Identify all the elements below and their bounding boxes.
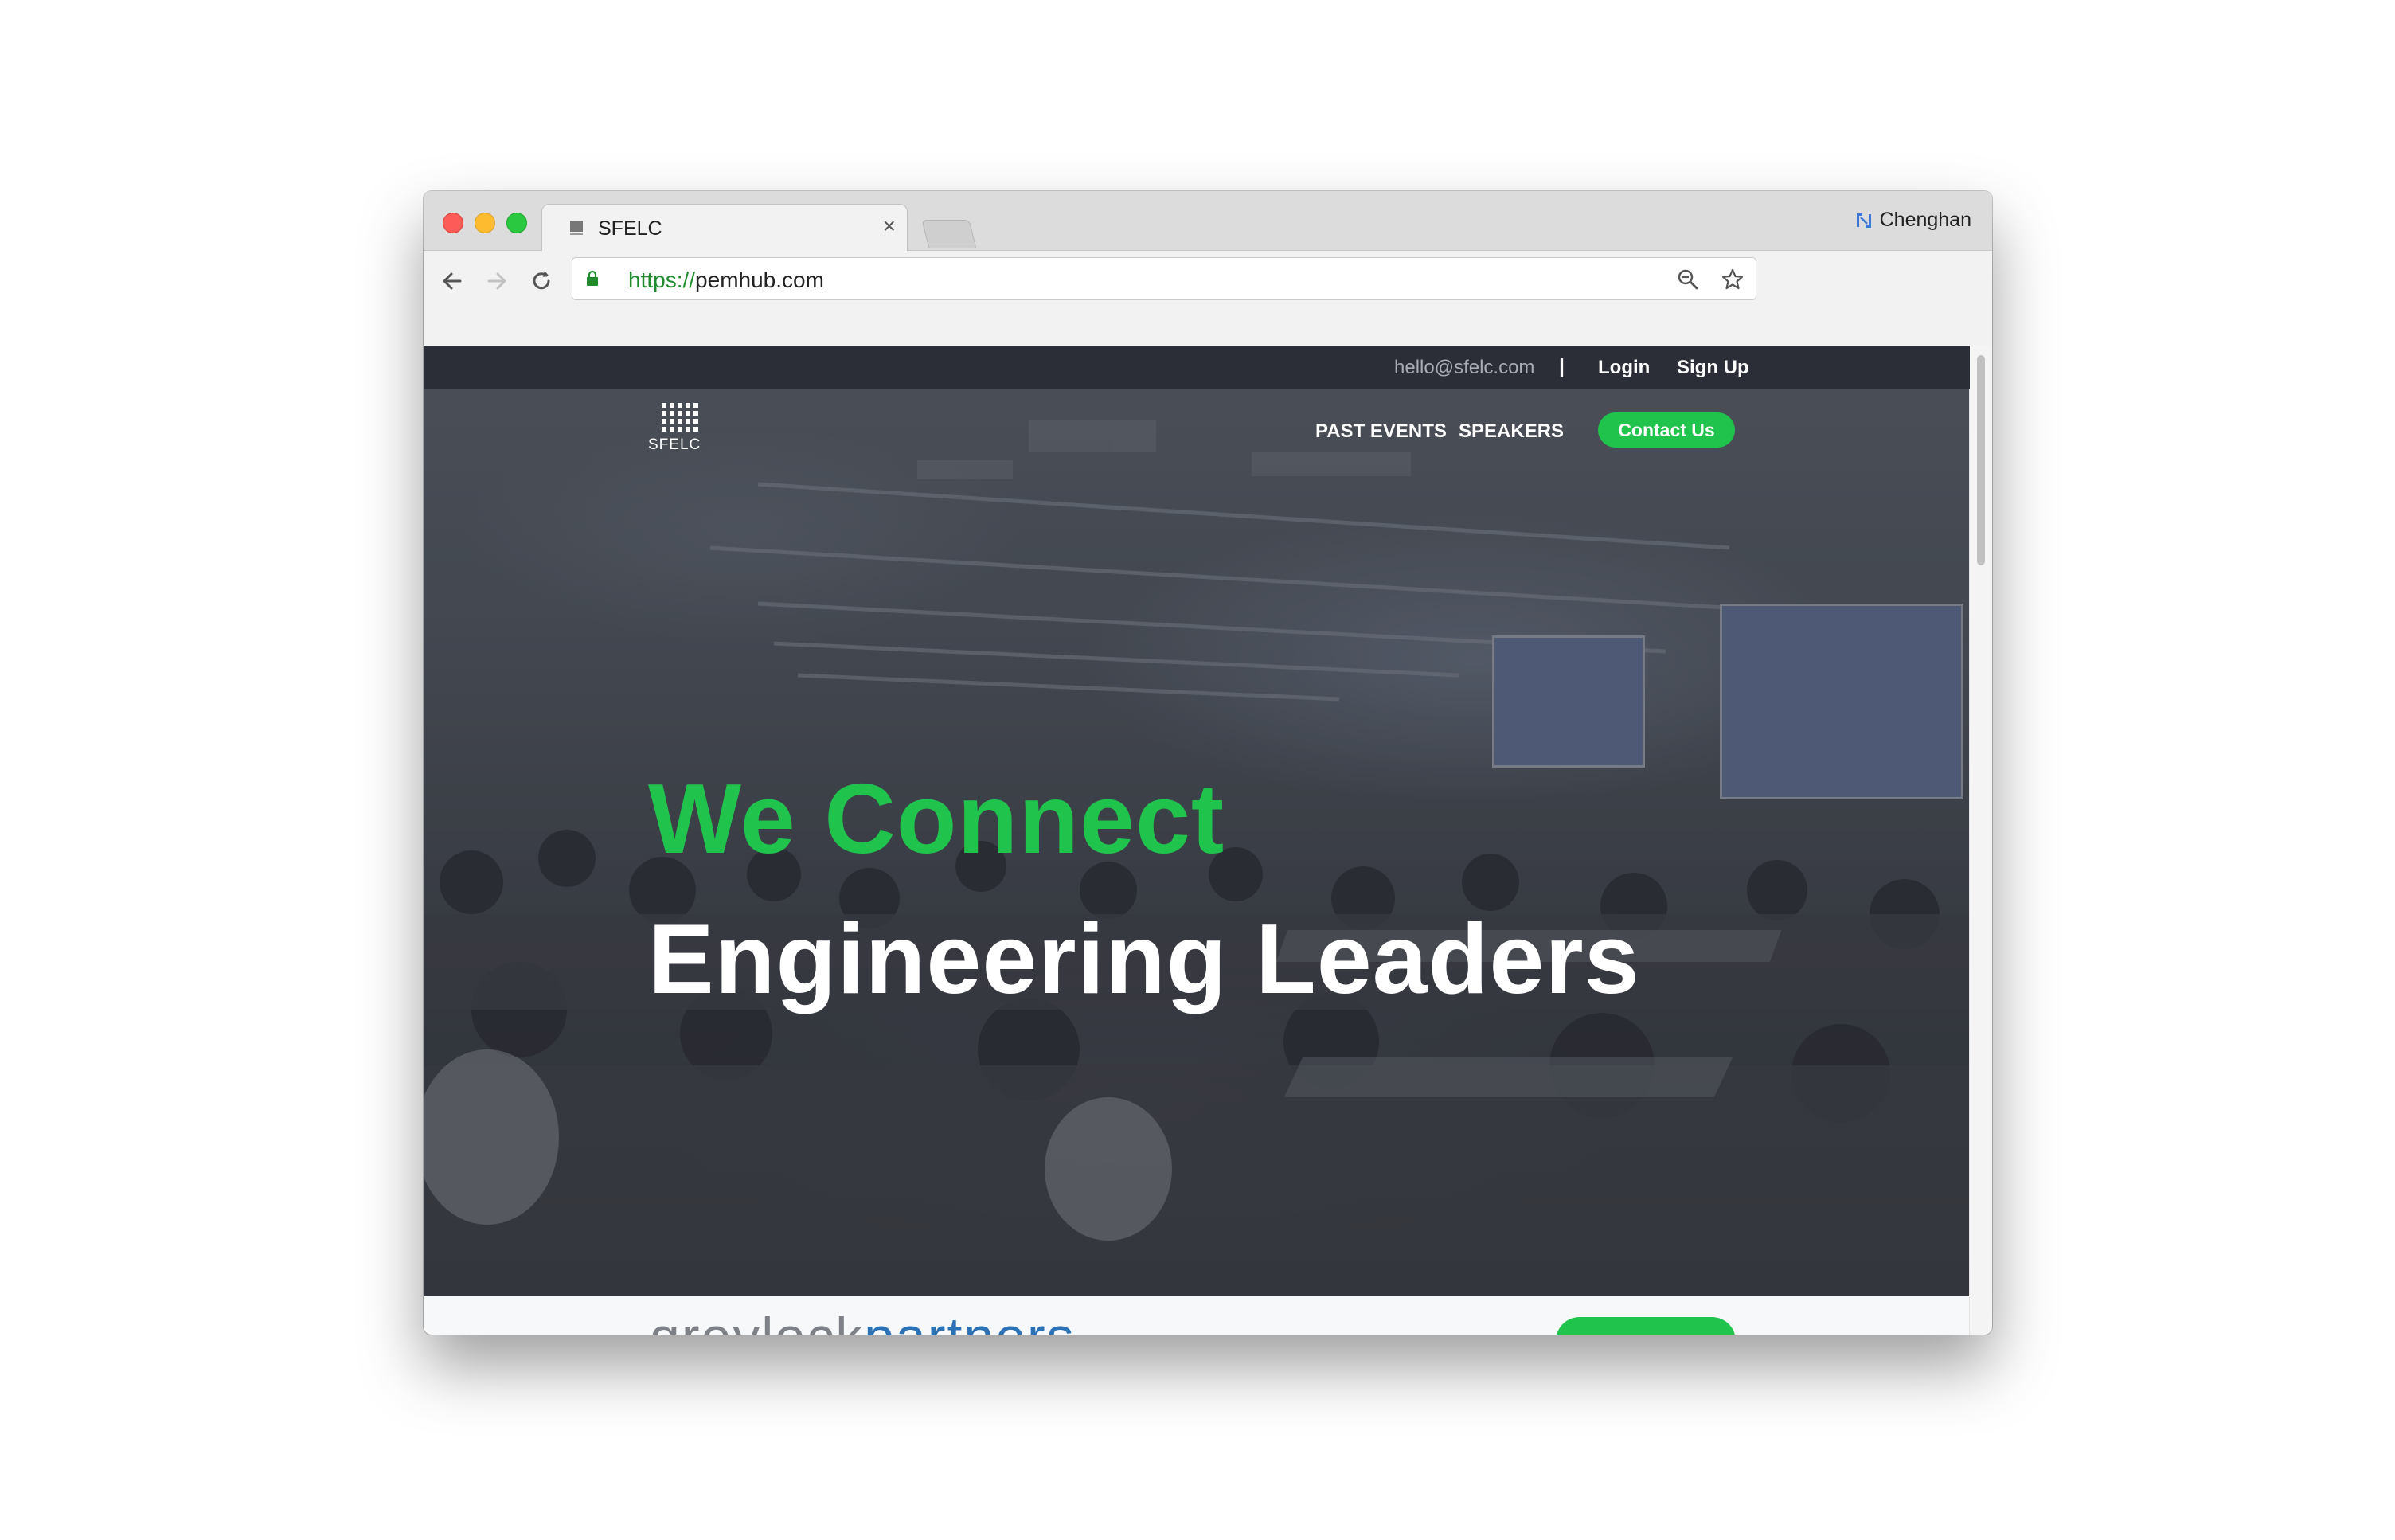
bookmark-star-icon[interactable]	[1721, 268, 1744, 291]
new-tab-button[interactable]	[921, 220, 977, 248]
logo-text: SFELC	[648, 436, 701, 453]
browser-tab-sfelc[interactable]: SFELC ×	[541, 204, 908, 251]
reload-icon[interactable]	[527, 267, 556, 295]
hero-section: SFELC PAST EVENTS SPEAKERS Contact Us We…	[424, 389, 1970, 1296]
site-topbar: hello@sfelc.com | Login Sign Up	[424, 346, 1970, 389]
signup-link[interactable]: Sign Up	[1677, 357, 1749, 379]
partner-cta-button[interactable]	[1556, 1317, 1736, 1335]
profile-icon	[1856, 213, 1871, 229]
partner-logo-part2: partners	[864, 1307, 1075, 1335]
browser-window: SFELC × Chenghan https://pemhub.com hell…	[424, 191, 1992, 1335]
hero-headline-line1: We Connect	[648, 764, 1225, 874]
contact-us-button[interactable]: Contact Us	[1598, 412, 1735, 448]
url-text[interactable]: https://pemhub.com	[628, 268, 824, 293]
partner-strip: greylockpartners	[424, 1296, 1970, 1335]
login-link[interactable]: Login	[1598, 357, 1650, 379]
url-scheme: https://	[628, 268, 696, 292]
zoom-icon[interactable]	[1676, 268, 1700, 291]
tab-title: SFELC	[598, 217, 662, 240]
nav-speakers[interactable]: SPEAKERS	[1459, 420, 1564, 443]
forward-icon[interactable]	[483, 267, 511, 295]
tab-close-icon[interactable]: ×	[883, 215, 896, 237]
hero-headline-line2: Engineering Leaders	[648, 905, 1640, 1014]
url-host: pemhub.com	[695, 268, 824, 292]
sfelc-logo-grid-icon	[659, 403, 701, 432]
address-bar[interactable]: https://pemhub.com	[572, 257, 1756, 300]
greylock-partners-logo: greylockpartners	[650, 1306, 1076, 1335]
lock-icon	[587, 271, 598, 286]
minimize-window-button[interactable]	[475, 213, 495, 233]
profile-name: Chenghan	[1879, 209, 1971, 231]
scrollbar-thumb[interactable]	[1977, 355, 1985, 565]
page-scrollbar[interactable]	[1969, 346, 1992, 1335]
close-window-button[interactable]	[443, 213, 463, 233]
topbar-separator: |	[1559, 355, 1565, 377]
sfelc-logo[interactable]: SFELC	[648, 403, 701, 454]
zoom-window-button[interactable]	[506, 213, 527, 233]
title-bar: SFELC × Chenghan	[424, 191, 1992, 251]
sfelc-favicon-icon	[570, 221, 583, 235]
profile-button[interactable]: Chenghan	[1854, 209, 1971, 232]
contact-email-link[interactable]: hello@sfelc.com	[1394, 357, 1534, 379]
nav-past-events[interactable]: PAST EVENTS	[1315, 420, 1447, 443]
web-page: hello@sfelc.com | Login Sign Up SFELC PA…	[424, 346, 1970, 1335]
partner-logo-part1: greylock	[650, 1307, 864, 1335]
back-icon[interactable]	[438, 267, 467, 295]
